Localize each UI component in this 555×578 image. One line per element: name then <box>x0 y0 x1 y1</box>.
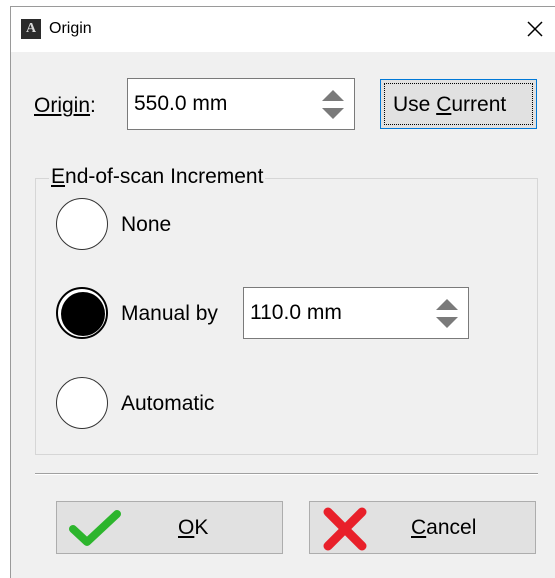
use-current-label: Use Current <box>393 93 507 116</box>
cancel-button[interactable]: Cancel <box>309 501 536 554</box>
ok-label: OK <box>178 516 209 539</box>
spin-up-icon[interactable] <box>434 297 460 311</box>
origin-spin-arrows[interactable] <box>320 79 346 129</box>
close-icon <box>527 21 543 37</box>
group-title: End-of-scan Increment <box>49 164 266 190</box>
radio-selected-dot <box>61 292 105 336</box>
checkmark-icon <box>69 510 121 546</box>
title-bar: A Origin <box>11 7 555 52</box>
app-icon: A <box>21 19 41 39</box>
radio-manual[interactable] <box>56 287 108 339</box>
manual-spin-arrows[interactable] <box>434 288 460 338</box>
radio-none-label[interactable]: None <box>121 213 171 237</box>
radio-automatic[interactable] <box>56 377 108 429</box>
spin-down-icon[interactable] <box>320 107 346 121</box>
use-current-button[interactable]: Use Current <box>380 79 537 129</box>
separator-line <box>35 473 538 475</box>
manual-increment-value[interactable]: 110.0 mm <box>250 301 342 325</box>
origin-spinbox[interactable]: 550.0 mm <box>127 78 355 130</box>
spin-down-icon[interactable] <box>434 316 460 330</box>
spin-up-icon[interactable] <box>320 88 346 102</box>
window-title: Origin <box>49 20 92 37</box>
cancel-label: Cancel <box>411 516 477 539</box>
manual-increment-spinbox[interactable]: 110.0 mm <box>243 287 469 339</box>
origin-dialog: A Origin Origin: 550.0 mm Use Current En… <box>10 6 555 578</box>
radio-manual-label[interactable]: Manual by <box>121 302 218 326</box>
origin-label: Origin: <box>34 94 96 117</box>
close-button[interactable] <box>521 15 549 43</box>
ok-button[interactable]: OK <box>56 501 283 554</box>
radio-automatic-label[interactable]: Automatic <box>121 392 214 416</box>
radio-none[interactable] <box>56 198 108 250</box>
origin-value[interactable]: 550.0 mm <box>134 92 227 116</box>
red-x-icon <box>323 507 367 551</box>
